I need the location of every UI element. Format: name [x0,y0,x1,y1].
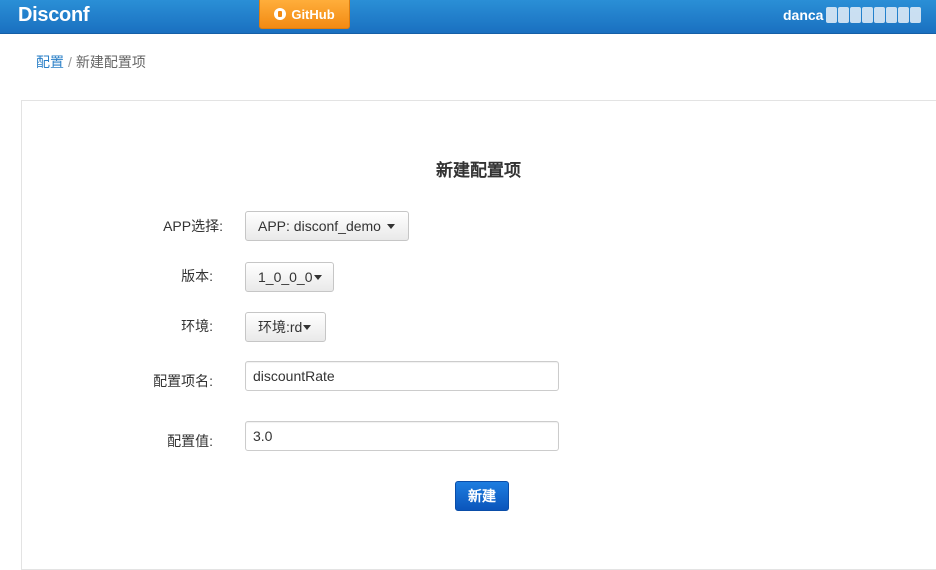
user-menu[interactable]: danca [783,5,823,25]
breadcrumb-current: 新建配置项 [75,54,146,70]
breadcrumb: 配置 / 新建配置项 [36,52,146,72]
form-title: 新建配置项 [436,161,521,180]
github-button[interactable]: GitHub [259,0,350,29]
brand-logo[interactable]: Disconf [18,2,90,28]
env-select-dropdown[interactable]: 环境:rd [245,312,326,342]
caret-down-icon [386,223,395,229]
user-name-obscured [826,4,936,26]
caret-down-icon [313,274,322,280]
github-button-label: GitHub [291,6,335,22]
app-select-value: APP: disconf_demo [258,218,381,234]
app-select-dropdown[interactable]: APP: disconf_demo [245,211,409,241]
breadcrumb-separator: / [68,54,72,70]
env-select-label: 环境: [181,318,213,334]
github-icon [274,8,287,20]
top-navbar: Disconf GitHub danca [0,0,936,34]
config-value-input[interactable] [245,421,559,451]
create-button[interactable]: 新建 [455,481,509,511]
config-value-label: 配置值: [167,433,213,449]
config-key-label: 配置项名: [153,373,213,389]
version-select-label: 版本: [181,268,213,284]
app-select-label: APP选择: [163,218,223,234]
caret-down-icon [303,324,312,330]
breadcrumb-config-link[interactable]: 配置 [36,54,64,70]
version-select-value: 1_0_0_0 [258,269,313,285]
env-select-value: 环境:rd [258,319,303,335]
version-select-dropdown[interactable]: 1_0_0_0 [245,262,334,292]
config-key-input[interactable] [245,361,559,391]
